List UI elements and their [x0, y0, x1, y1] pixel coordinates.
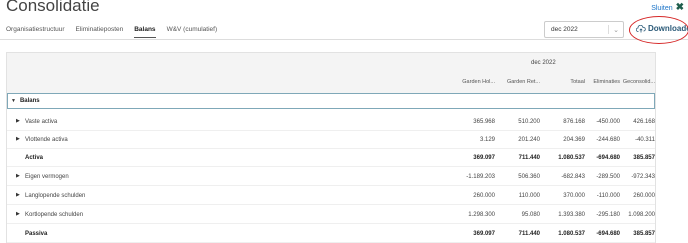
cell-value: -40.311 — [635, 137, 655, 143]
column-headers: Garden Hol... Garden Ret... Totaal Elimi… — [7, 73, 655, 93]
select-separator — [608, 25, 609, 34]
cell-value: 369.097 — [473, 155, 495, 161]
table-row[interactable]: ▶ Kortlopende schulden 1.298.300 95.080 1.39… — [7, 206, 655, 224]
cell-value: -972.343 — [631, 174, 655, 180]
column-header[interactable]: Geconsolid... — [621, 79, 655, 85]
cell-value: 370.000 — [563, 193, 585, 199]
column-header[interactable]: Garden Ret... — [498, 79, 540, 85]
cell-value: 369.097 — [473, 231, 495, 237]
cell-value: 385.857 — [633, 155, 655, 161]
cell-value: -694.680 — [596, 231, 620, 237]
period-select[interactable]: dec 2022 ⌄ — [544, 21, 624, 38]
column-header[interactable]: Totaal — [543, 79, 585, 85]
download-button[interactable]: Downloaden — [636, 24, 688, 33]
cell-value: 365.968 — [473, 119, 495, 125]
group-label: Balans — [19, 98, 40, 104]
cloud-upload-icon — [636, 24, 646, 32]
cell-value: 876.168 — [563, 119, 585, 125]
cell-value: 1.080.537 — [558, 155, 585, 161]
table-row[interactable]: ▶ Vaste activa 365.968 510.200 876.168 -450.0… — [7, 113, 655, 131]
close-button[interactable]: Sluiten ✖ — [651, 3, 684, 13]
balance-table: dec 2022 Garden Hol... Garden Ret... Tot… — [6, 52, 656, 243]
cell-value: 711.440 — [518, 231, 540, 237]
row-label: Passiva — [25, 231, 48, 237]
caret-right-icon[interactable]: ▶ — [16, 173, 20, 179]
cell-value: 260.000 — [633, 193, 655, 199]
row-label: Vaste activa — [25, 119, 58, 125]
cell-value: 510.200 — [518, 119, 540, 125]
cell-value: 3.129 — [479, 137, 495, 143]
cell-value: 1.298.300 — [468, 212, 495, 218]
cell-value: -295.180 — [596, 212, 620, 218]
cell-value: 506.360 — [518, 174, 540, 180]
cell-value: 1.098.200 — [628, 212, 655, 218]
page-title: Consolidatie — [6, 0, 100, 15]
chevron-down-icon: ⌄ — [613, 27, 619, 34]
cell-value: -110.000 — [596, 193, 620, 199]
cell-value: -289.500 — [596, 174, 620, 180]
row-label: Eigen vermogen — [25, 174, 69, 180]
column-header[interactable]: Garden Hol... — [459, 79, 495, 85]
cell-value: 201.240 — [518, 137, 540, 143]
row-label: Langlopende schulden — [25, 193, 86, 199]
table-row[interactable]: ▶ Eigen vermogen -1.189.203 506.360 -682.843… — [7, 168, 655, 186]
tab-bar: Organisatiestructuur Eliminatieposten Ba… — [6, 26, 217, 38]
period-header-band: dec 2022 — [7, 53, 655, 73]
cell-value: -244.680 — [596, 137, 620, 143]
caret-right-icon[interactable]: ▶ — [16, 136, 20, 142]
tab-wv-cumulatief[interactable]: W&V (cumulatief) — [167, 26, 218, 38]
cell-value: -694.680 — [596, 155, 620, 161]
table-row: Passiva 369.097 711.440 1.080.537 -694.680 38… — [7, 225, 655, 243]
cell-value: 1.393.380 — [558, 212, 585, 218]
table-row[interactable]: ▶ Vlottende activa 3.129 201.240 204.369 -244… — [7, 131, 655, 149]
cell-value: 385.857 — [633, 231, 655, 237]
row-label: Vlottende activa — [25, 137, 68, 143]
period-header: dec 2022 — [531, 60, 556, 66]
cell-value: 1.080.537 — [558, 231, 585, 237]
cell-value: 260.000 — [473, 193, 495, 199]
cell-value: 204.369 — [563, 137, 585, 143]
tab-eliminatieposten[interactable]: Eliminatieposten — [76, 26, 124, 38]
cell-value: 426.168 — [633, 119, 655, 125]
close-x-icon[interactable]: ✖ — [676, 3, 684, 13]
close-label: Sluiten — [651, 4, 673, 12]
table-row[interactable]: ▶ Langlopende schulden 260.000 110.000 370.0… — [7, 187, 655, 205]
cell-value: -450.000 — [596, 119, 620, 125]
tab-balans[interactable]: Balans — [134, 26, 156, 38]
caret-right-icon[interactable]: ▶ — [16, 192, 20, 198]
caret-right-icon[interactable]: ▶ — [16, 118, 20, 124]
download-label: Downloaden — [648, 24, 688, 33]
caret-down-icon[interactable]: ▼ — [11, 98, 16, 104]
tabs-divider — [0, 39, 688, 40]
column-header[interactable]: Eliminaties — [587, 79, 620, 85]
cell-value: 711.440 — [518, 155, 540, 161]
row-label: Kortlopende schulden — [25, 212, 84, 218]
cell-value: 110.000 — [518, 193, 540, 199]
row-label: Activa — [25, 155, 44, 161]
table-row: Activa 369.097 711.440 1.080.537 -694.680 385… — [7, 149, 655, 167]
cell-value: 95.080 — [521, 212, 540, 218]
cell-value: -1.189.203 — [466, 174, 495, 180]
cell-value: -682.843 — [561, 174, 585, 180]
tab-organisatiestructuur[interactable]: Organisatiestructuur — [6, 26, 65, 38]
period-select-value: dec 2022 — [551, 26, 578, 33]
caret-right-icon[interactable]: ▶ — [16, 211, 20, 217]
group-row-balans[interactable]: ▼ Balans — [7, 93, 655, 109]
